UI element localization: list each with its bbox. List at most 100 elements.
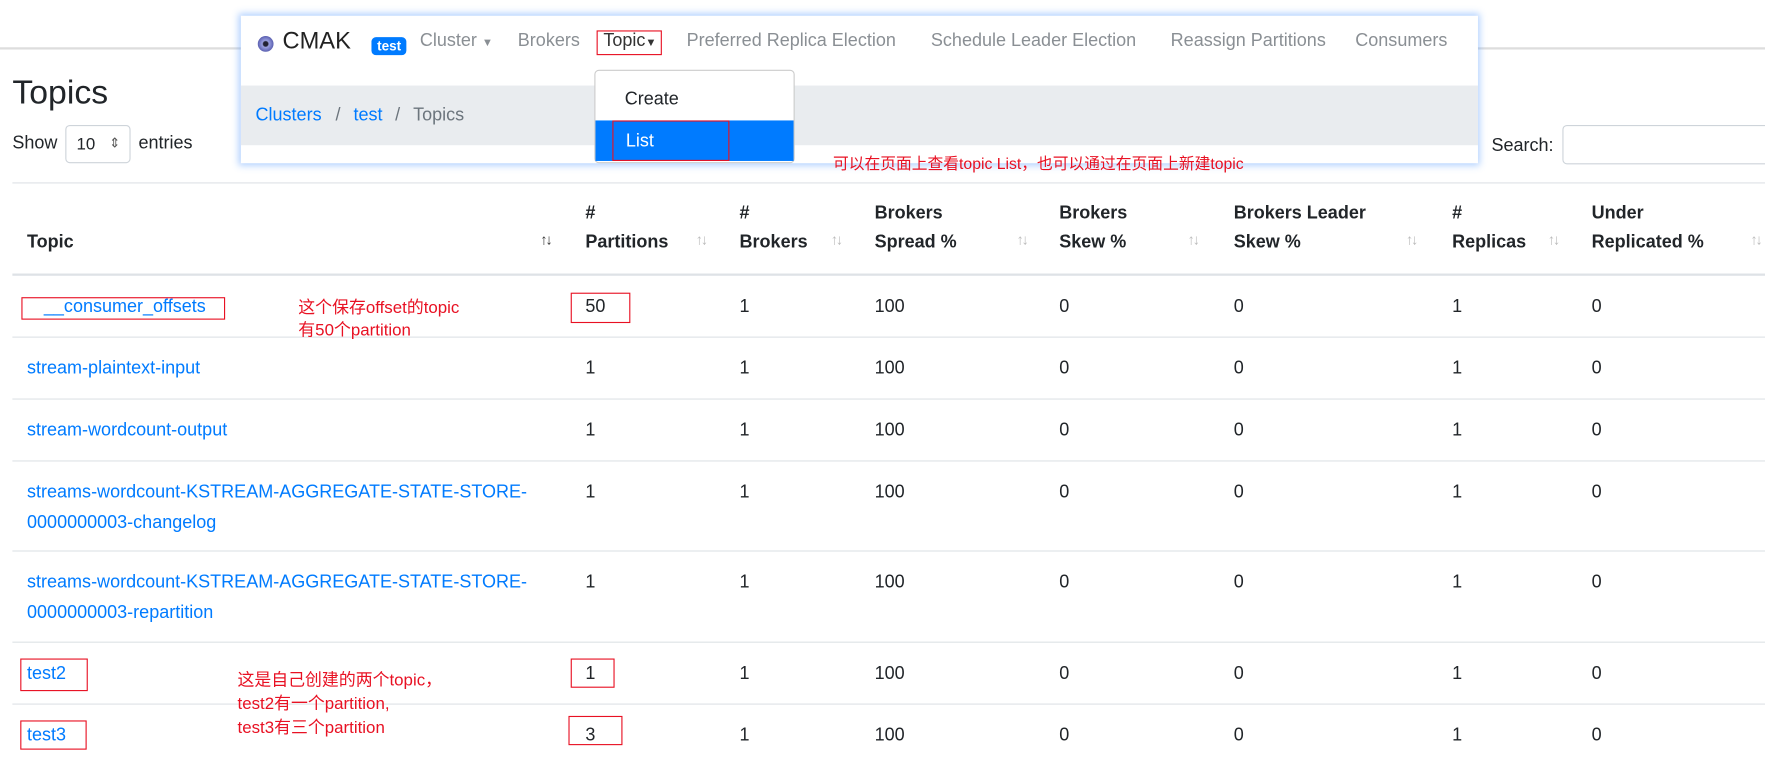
table-cell: 1 xyxy=(585,359,596,379)
table-cell: 1 xyxy=(585,420,596,441)
breadcrumb-test[interactable]: test xyxy=(353,106,382,126)
table-cell: 100 xyxy=(874,664,905,684)
breadcrumb: Clusters / test / Topics xyxy=(240,85,1478,146)
table-cell: 1 xyxy=(585,572,596,593)
nav-brokers[interactable]: Brokers xyxy=(518,32,580,52)
caret-down-icon: ▼ xyxy=(481,37,494,50)
th-brokers-leader-skew[interactable]: Brokers Leader Skew % xyxy=(1234,199,1366,258)
annotation-box xyxy=(20,658,88,692)
table-cell: 0 xyxy=(1591,482,1602,503)
table-cell: 0 xyxy=(1059,420,1070,441)
menu-item-list[interactable]: List xyxy=(595,120,794,161)
note-line: test3有三个partition xyxy=(237,718,385,738)
nav-reassign-partitions[interactable]: Reassign Partitions xyxy=(1171,32,1326,52)
th-label: Partitions xyxy=(585,233,669,253)
annotation-box xyxy=(20,720,87,750)
note-line: test2有一个partition, xyxy=(237,694,390,714)
table-cell: 0 xyxy=(1591,420,1602,441)
show-label: Show xyxy=(12,133,58,154)
table-cell: 0 xyxy=(1059,726,1070,746)
annotation-note: 可以在页面上查看topic List，也可以通过在页面上新建topic xyxy=(832,154,1244,173)
th-label: Brokers Leader xyxy=(1233,203,1366,223)
breadcrumb-clusters[interactable]: Clusters xyxy=(256,106,322,126)
menu-item-create[interactable]: Create xyxy=(625,90,679,110)
th-label: Brokers xyxy=(874,203,943,223)
sort-icon[interactable]: ↑↓ xyxy=(696,231,708,248)
table-cell: 0 xyxy=(1233,359,1244,379)
topics-page: Topics Show 10 ⇕ entries Search: Topic #… xyxy=(0,0,1765,761)
search-input[interactable] xyxy=(1562,124,1765,165)
th-label: # xyxy=(1452,203,1463,223)
topic-link[interactable]: stream-wordcount-output xyxy=(27,415,556,445)
sort-icon[interactable]: ↑↓ xyxy=(1406,231,1418,248)
table-cell: 1 xyxy=(739,572,750,593)
nav-cluster[interactable]: Cluster ▼ xyxy=(420,32,493,52)
row-divider xyxy=(12,641,1765,643)
nav-preferred-replica-election[interactable]: Preferred Replica Election xyxy=(687,32,896,52)
table-cell: 100 xyxy=(874,482,905,503)
sort-icon[interactable]: ↑↓ xyxy=(1548,231,1560,248)
table-cell: 0 xyxy=(1059,572,1070,593)
th-under-replicated[interactable]: Under Replicated % xyxy=(1592,199,1704,258)
table-cell: 0 xyxy=(1059,359,1070,379)
th-label: Skew % xyxy=(1059,233,1127,253)
navbar-popup: CMAK test Cluster ▼ Brokers Topic▼ Prefe… xyxy=(240,15,1478,172)
topic-link[interactable]: stream-plaintext-input xyxy=(27,353,556,383)
table-cell: 1 xyxy=(739,359,750,379)
th-label: Under xyxy=(1591,203,1644,223)
divider xyxy=(12,182,1765,184)
table-cell: 1 xyxy=(1452,482,1463,503)
th-label: Replicas xyxy=(1452,233,1527,253)
topic-dropdown-menu: Create List xyxy=(594,69,795,164)
note-line: 有50个partition xyxy=(298,320,411,340)
topic-link[interactable]: streams-wordcount-KSTREAM-AGGREGATE-STAT… xyxy=(27,567,556,628)
sort-icon[interactable]: ↑↓ xyxy=(1750,231,1762,248)
table-cell: 0 xyxy=(1233,420,1244,441)
table-cell: 1 xyxy=(739,420,750,441)
entries-select[interactable]: 10 ⇕ xyxy=(65,124,131,164)
th-label: Spread % xyxy=(874,233,957,253)
sort-icon[interactable]: ↑↓ xyxy=(1016,231,1028,248)
table-cell: 0 xyxy=(1233,482,1244,503)
table-cell: 1 xyxy=(1452,359,1463,379)
th-brokers-skew[interactable]: Brokers Skew % xyxy=(1059,199,1127,258)
brand[interactable]: CMAK xyxy=(283,28,351,55)
sort-asc-icon[interactable]: ↑↓ xyxy=(540,231,552,248)
table-cell: 0 xyxy=(1233,572,1244,593)
nav-schedule-leader-election[interactable]: Schedule Leader Election xyxy=(931,32,1136,52)
sort-icon[interactable]: ↑↓ xyxy=(831,231,843,248)
table-cell: 0 xyxy=(1591,664,1602,684)
sort-icon[interactable]: ↑↓ xyxy=(1188,231,1200,248)
table-cell: 100 xyxy=(874,572,905,593)
annotation-box xyxy=(21,297,226,320)
th-brokers-spread[interactable]: Brokers Spread % xyxy=(875,199,957,258)
table-cell: 1 xyxy=(739,482,750,503)
annotation-note: 这个保存offset的topic 有50个partition xyxy=(298,297,459,342)
select-arrows-icon: ⇕ xyxy=(109,135,121,151)
table-cell: 1 xyxy=(1452,726,1463,746)
nav-topic[interactable]: Topic▼ xyxy=(596,30,663,56)
nav-consumers[interactable]: Consumers xyxy=(1355,32,1447,52)
row-divider xyxy=(12,550,1765,552)
table-cell: 1 xyxy=(739,297,750,317)
th-topic[interactable]: Topic xyxy=(27,229,74,258)
th-label: # xyxy=(739,203,750,223)
th-partitions[interactable]: # Partitions xyxy=(585,199,668,258)
entries-value: 10 xyxy=(76,135,96,155)
th-replicas[interactable]: # Replicas xyxy=(1452,199,1526,258)
note-line: 这个保存offset的topic xyxy=(298,298,460,318)
divider xyxy=(12,273,1765,276)
table-cell: 0 xyxy=(1591,359,1602,379)
table-cell: 0 xyxy=(1233,726,1244,746)
topic-link[interactable]: streams-wordcount-KSTREAM-AGGREGATE-STAT… xyxy=(27,477,556,538)
th-brokers[interactable]: # Brokers xyxy=(740,199,808,258)
table-cell: 100 xyxy=(874,359,905,379)
breadcrumb-separator: / xyxy=(335,105,341,125)
table-cell: 100 xyxy=(874,420,905,441)
search-label: Search: xyxy=(1491,136,1554,156)
menu-item-label: List xyxy=(625,131,654,151)
table-cell: 0 xyxy=(1591,726,1602,746)
annotation-note: 这是自己创建的两个topic， test2有一个partition, test3有三… xyxy=(238,669,443,740)
table-cell: 1 xyxy=(585,482,596,503)
note-line: 这是自己创建的两个topic， xyxy=(237,670,443,691)
